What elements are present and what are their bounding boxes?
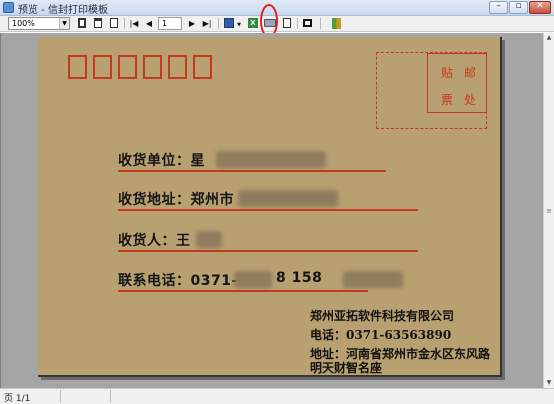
app-icon xyxy=(3,2,14,13)
stamp-box xyxy=(427,53,487,113)
maximize-icon: ▫ xyxy=(515,1,522,11)
field-underline xyxy=(118,250,418,252)
redacted-block xyxy=(343,271,403,288)
exit-icon xyxy=(331,17,341,29)
prev-page-icon: ◀ xyxy=(145,19,153,28)
field-underline xyxy=(118,170,386,172)
recipient-phone-tail: 8 158 xyxy=(276,270,323,286)
redacted-block xyxy=(216,151,326,168)
status-bar: 页 1/1 xyxy=(0,388,554,404)
recipient-name-label: 收货人：王 xyxy=(118,233,191,249)
stop-icon xyxy=(302,19,312,27)
close-button[interactable]: ✕ xyxy=(529,1,551,14)
save-dropdown[interactable]: ▼ xyxy=(235,17,243,30)
postcode-box xyxy=(68,55,87,79)
chevron-down-icon: ▼ xyxy=(237,22,241,28)
toolbar-separator xyxy=(320,18,321,29)
postcode-box xyxy=(168,55,187,79)
first-page-button[interactable]: |◀ xyxy=(128,17,140,30)
last-page-icon: ▶| xyxy=(202,19,212,28)
doc-icon xyxy=(110,18,118,28)
maximize-button[interactable]: ▫ xyxy=(509,1,528,14)
toolbar-separator xyxy=(297,18,298,29)
page-setup-button[interactable] xyxy=(108,17,120,30)
stamp-char: 票 xyxy=(441,93,454,107)
vertical-scrollbar[interactable]: ▲ ≡ ▼ xyxy=(543,33,554,388)
envelope-page: 贴 邮 票 处 收货单位：星 收货地址：郑州市 收货人：王 联系电话：0371-… xyxy=(38,37,502,377)
save-button[interactable] xyxy=(223,17,235,30)
last-page-button[interactable]: ▶| xyxy=(201,17,213,30)
postcode-box xyxy=(143,55,162,79)
scroll-up-icon[interactable]: ▲ xyxy=(544,33,554,43)
redacted-block xyxy=(234,271,272,288)
redacted-block xyxy=(196,231,222,248)
doc-icon xyxy=(283,18,291,28)
close-icon: ✕ xyxy=(536,1,544,11)
stamp-char: 处 xyxy=(464,93,477,107)
excel-icon: X xyxy=(248,18,258,28)
zoom-select[interactable]: 100% ▼ xyxy=(8,17,70,30)
scroll-down-icon[interactable]: ▼ xyxy=(544,378,554,388)
page-icon xyxy=(78,18,86,28)
scroll-thumb-grip-icon[interactable]: ≡ xyxy=(545,207,553,215)
stamp-char: 邮 xyxy=(464,66,477,80)
page-info: 页 1/1 xyxy=(4,394,31,404)
pages-icon xyxy=(94,18,102,28)
sender-company: 郑州亚拓软件科技有限公司 xyxy=(310,309,455,323)
postcode-box xyxy=(193,55,212,79)
postcode-box xyxy=(118,55,137,79)
two-page-button[interactable] xyxy=(92,17,104,30)
field-underline xyxy=(118,290,368,292)
blank-page-button[interactable] xyxy=(281,17,293,30)
stop-button[interactable] xyxy=(301,17,313,30)
recipient-unit-label: 收货单位：星 xyxy=(118,153,205,169)
toolbar-separator xyxy=(218,18,219,29)
toolbar-separator xyxy=(124,18,125,29)
zoom-value: 100% xyxy=(12,19,35,28)
chevron-down-icon[interactable]: ▼ xyxy=(59,18,69,29)
exit-button[interactable] xyxy=(330,17,342,30)
recipient-phone-label: 联系电话：0371- xyxy=(118,273,238,289)
single-page-button[interactable] xyxy=(76,17,88,30)
sender-address-line2: 明天财智名座 xyxy=(310,361,383,375)
stamp-char: 贴 xyxy=(441,66,454,80)
postcode-box xyxy=(93,55,112,79)
next-page-icon: ▶ xyxy=(188,19,196,28)
next-page-button[interactable]: ▶ xyxy=(187,17,197,30)
field-underline xyxy=(118,209,418,211)
export-excel-button[interactable]: X xyxy=(247,17,259,30)
prev-page-button[interactable]: ◀ xyxy=(144,17,154,30)
redacted-block xyxy=(238,190,338,207)
status-divider xyxy=(60,390,61,403)
status-divider xyxy=(110,390,111,403)
page-number-input[interactable]: 1 xyxy=(158,17,182,30)
recipient-address-label: 收货地址：郑州市 xyxy=(118,192,234,208)
window-title: 预览 - 信封打印模板 xyxy=(18,5,108,16)
save-icon xyxy=(224,18,234,28)
sender-phone: 电话：0371-63563890 xyxy=(310,328,452,342)
minimize-button[interactable]: – xyxy=(489,1,508,14)
minimize-icon: – xyxy=(496,1,501,11)
first-page-icon: |◀ xyxy=(129,19,139,28)
